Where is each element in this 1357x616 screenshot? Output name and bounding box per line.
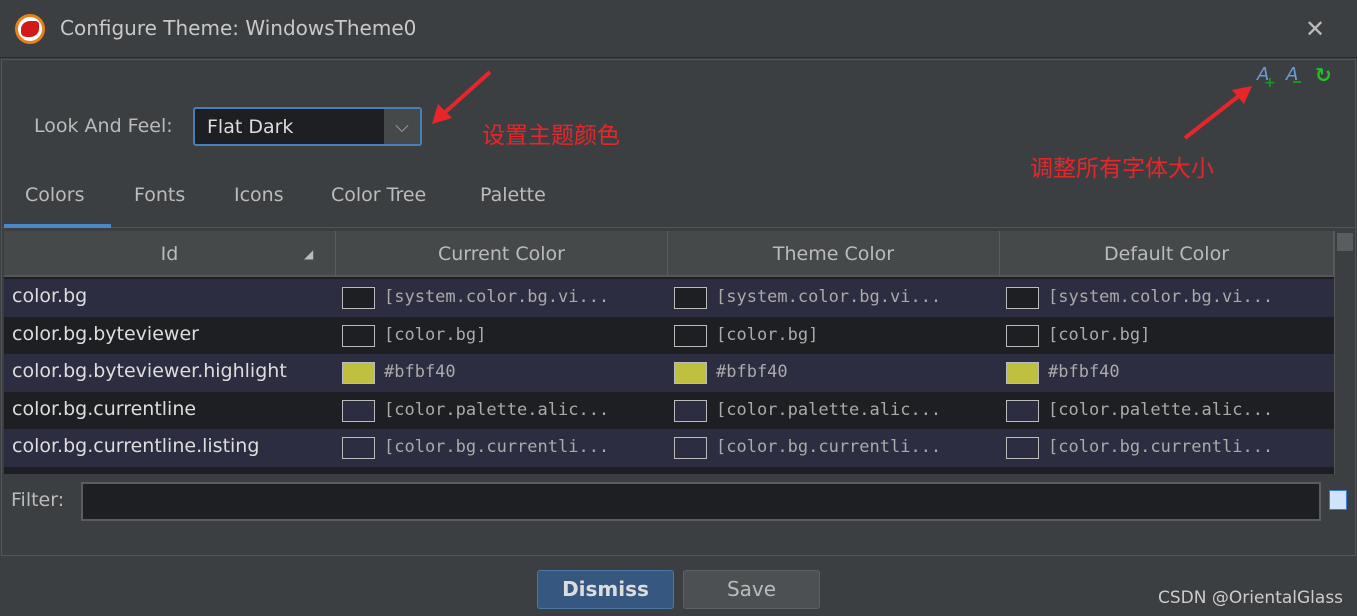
color-swatch[interactable] <box>1006 287 1039 309</box>
app-logo-icon <box>15 14 45 44</box>
color-swatch[interactable] <box>674 324 707 347</box>
cell-id: color.bg.byteviewer.highlight <box>12 360 287 382</box>
cell-color-value: [color.palette.alic... <box>716 399 942 420</box>
scrollbar-thumb[interactable] <box>1337 233 1353 251</box>
window-title: Configure Theme: WindowsTheme0 <box>60 16 417 40</box>
table-row[interactable]: color.bg.currentline [color.palette.alic.… <box>4 391 1334 429</box>
cell-color-value: #bfbf40 <box>1048 362 1120 382</box>
cell-id: color.bg.byteviewer <box>12 322 199 345</box>
title-bar: Configure Theme: WindowsTheme0 ✕ <box>0 0 1357 58</box>
table-row[interactable]: color.bg.byteviewer [color.bg] [color.bg] [… <box>4 316 1334 354</box>
cell-color-value: [color.bg.currentli... <box>716 437 942 457</box>
look-and-feel-value: Flat Dark <box>207 116 294 138</box>
watermark: CSDN @OrientalGlass <box>1158 588 1344 608</box>
color-swatch[interactable] <box>674 287 707 309</box>
look-and-feel-dropdown[interactable]: Flat Dark ⌵ <box>193 107 422 146</box>
column-header-current-color[interactable]: Current Color <box>336 231 668 277</box>
color-swatch[interactable] <box>674 399 707 422</box>
column-header-theme-color[interactable]: Theme Color <box>668 231 1000 277</box>
svg-text:↻: ↻ <box>1315 63 1332 87</box>
cell-color-value: [color.bg.currentli... <box>1048 437 1274 457</box>
table-row[interactable]: color.bg [system.color.bg.vi... [system.co… <box>4 279 1334 317</box>
color-swatch[interactable] <box>1006 324 1039 347</box>
table-scrollbar[interactable] <box>1334 231 1354 474</box>
cell-color-value: [color.bg] <box>1048 324 1151 345</box>
filter-options-icon[interactable] <box>1329 490 1347 510</box>
cell-color-value: [color.bg.currentli... <box>384 437 610 457</box>
color-swatch[interactable] <box>674 362 707 384</box>
color-swatch[interactable] <box>342 287 375 309</box>
font-decrease-icon[interactable]: A <box>1285 64 1301 85</box>
table-row[interactable]: color.bg.currentline.listing [color.bg.cu… <box>4 429 1334 467</box>
tab-palette[interactable]: Palette <box>480 184 546 228</box>
tab-fonts[interactable]: Fonts <box>134 184 185 228</box>
selected-tab-indicator <box>4 224 111 228</box>
cell-color-value: [color.palette.alic... <box>1048 399 1274 420</box>
tab-divider <box>1 227 1354 228</box>
font-size-tools: A+ A ↻ <box>1256 63 1332 88</box>
look-and-feel-label: Look And Feel: <box>34 115 173 137</box>
color-swatch[interactable] <box>1006 399 1039 422</box>
table-row[interactable]: color.bg.byteviewer.highlight #bfbf40 #bfb… <box>4 354 1334 392</box>
sort-icon: ◢ <box>304 247 314 261</box>
cell-color-value: #bfbf40 <box>716 362 788 382</box>
colors-table: Id ◢ Current Color Theme Color Default Co… <box>4 231 1334 474</box>
color-swatch[interactable] <box>342 437 375 459</box>
chevron-down-icon[interactable]: ⌵ <box>384 109 420 144</box>
cell-color-value: #bfbf40 <box>384 362 456 382</box>
annotation-theme-color: 设置主题颜色 <box>482 123 620 149</box>
close-icon[interactable]: ✕ <box>1305 15 1325 43</box>
cell-color-value: [color.bg] <box>384 324 487 345</box>
color-swatch[interactable] <box>1006 362 1039 384</box>
save-button[interactable]: Save <box>683 570 820 609</box>
tab-colors[interactable]: Colors <box>25 184 85 228</box>
cell-id: color.bg.currentline <box>12 397 197 420</box>
color-swatch[interactable] <box>342 324 375 347</box>
cell-color-value: [color.bg] <box>716 324 819 345</box>
annotation-font-size: 调整所有字体大小 <box>1030 156 1214 182</box>
column-header-default-color[interactable]: Default Color <box>1000 231 1334 277</box>
font-increase-icon[interactable]: A+ <box>1256 64 1276 88</box>
cell-color-value: [system.color.bg.vi... <box>716 287 942 307</box>
cell-id: color.bg <box>12 285 88 307</box>
tab-color-tree[interactable]: Color Tree <box>331 184 426 228</box>
dismiss-button[interactable]: Dismiss <box>537 570 674 609</box>
column-header-id[interactable]: Id ◢ <box>4 231 336 277</box>
color-swatch[interactable] <box>674 437 707 459</box>
reset-refresh-icon[interactable]: ↻ <box>1315 63 1332 87</box>
filter-label: Filter: <box>11 489 65 511</box>
cell-color-value: [system.color.bg.vi... <box>1048 287 1274 307</box>
color-swatch[interactable] <box>1006 437 1039 459</box>
filter-input[interactable] <box>81 482 1321 521</box>
cell-color-value: [system.color.bg.vi... <box>384 287 610 307</box>
cell-id: color.bg.currentline.listing <box>12 435 260 457</box>
color-swatch[interactable] <box>342 362 375 384</box>
tab-icons[interactable]: Icons <box>234 184 284 228</box>
cell-color-value: [color.palette.alic... <box>384 399 610 420</box>
svg-text:+: + <box>1264 75 1276 88</box>
color-swatch[interactable] <box>342 399 375 422</box>
